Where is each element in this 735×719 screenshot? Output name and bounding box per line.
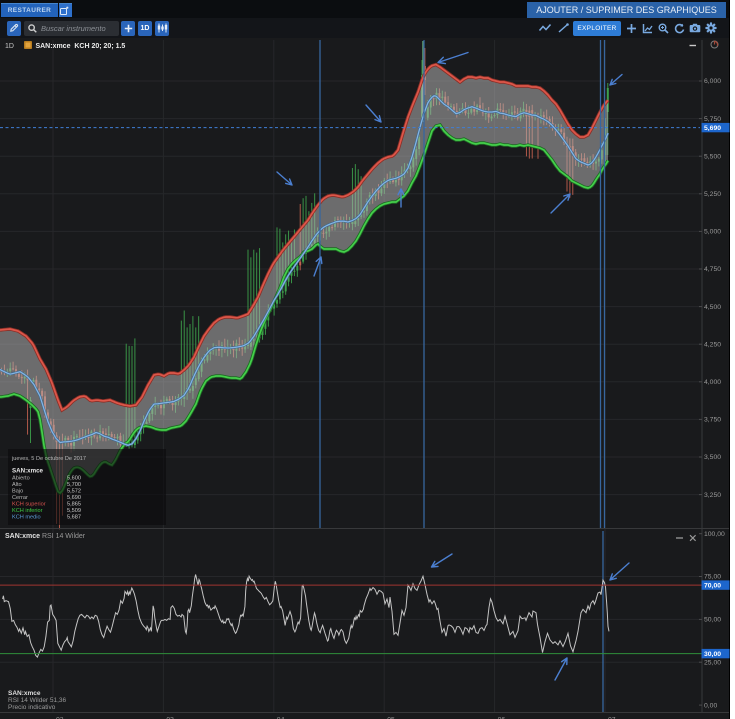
svg-text:5,600: 5,600 bbox=[67, 476, 81, 482]
svg-text:KCH superior: KCH superior bbox=[12, 502, 46, 508]
svg-text:100,00: 100,00 bbox=[704, 531, 725, 538]
svg-text:4,000: 4,000 bbox=[704, 379, 721, 386]
svg-text:6,000: 6,000 bbox=[704, 78, 721, 85]
svg-text:0,00: 0,00 bbox=[704, 702, 717, 709]
svg-text:3,500: 3,500 bbox=[704, 454, 721, 461]
svg-text:5,865: 5,865 bbox=[67, 502, 81, 508]
svg-text:Bajo: Bajo bbox=[12, 489, 23, 495]
svg-text:Cerrar: Cerrar bbox=[12, 495, 28, 501]
svg-text:5,572: 5,572 bbox=[67, 489, 81, 495]
svg-text:5,690: 5,690 bbox=[704, 125, 721, 132]
svg-text:5,750: 5,750 bbox=[704, 116, 721, 123]
svg-text:75,00: 75,00 bbox=[704, 574, 721, 581]
svg-text:5,250: 5,250 bbox=[704, 191, 721, 198]
svg-text:25,00: 25,00 bbox=[704, 659, 721, 666]
svg-text:5,700: 5,700 bbox=[67, 482, 81, 488]
svg-text:5,000: 5,000 bbox=[704, 229, 721, 236]
svg-text:5,500: 5,500 bbox=[704, 153, 721, 160]
svg-text:4,750: 4,750 bbox=[704, 266, 721, 273]
svg-text:3,250: 3,250 bbox=[704, 492, 721, 499]
svg-text:SAN:xmce: SAN:xmce bbox=[12, 468, 44, 475]
svg-text:jueves, 5 De octubre De 2017: jueves, 5 De octubre De 2017 bbox=[11, 456, 86, 462]
svg-text:4,250: 4,250 bbox=[704, 341, 721, 348]
svg-text:50,00: 50,00 bbox=[704, 617, 721, 624]
svg-text:30,00: 30,00 bbox=[704, 651, 721, 658]
svg-text:5,509: 5,509 bbox=[67, 508, 81, 514]
svg-text:5,690: 5,690 bbox=[67, 495, 81, 501]
svg-text:KCH inferior: KCH inferior bbox=[12, 508, 43, 514]
svg-text:4,500: 4,500 bbox=[704, 304, 721, 311]
svg-text:70,00: 70,00 bbox=[704, 583, 721, 590]
svg-text:Alto: Alto bbox=[12, 482, 22, 488]
svg-text:5,687: 5,687 bbox=[67, 515, 81, 521]
svg-text:KCH medio: KCH medio bbox=[12, 515, 41, 521]
svg-text:Abierto: Abierto bbox=[12, 476, 30, 482]
svg-text:3,750: 3,750 bbox=[704, 417, 721, 424]
